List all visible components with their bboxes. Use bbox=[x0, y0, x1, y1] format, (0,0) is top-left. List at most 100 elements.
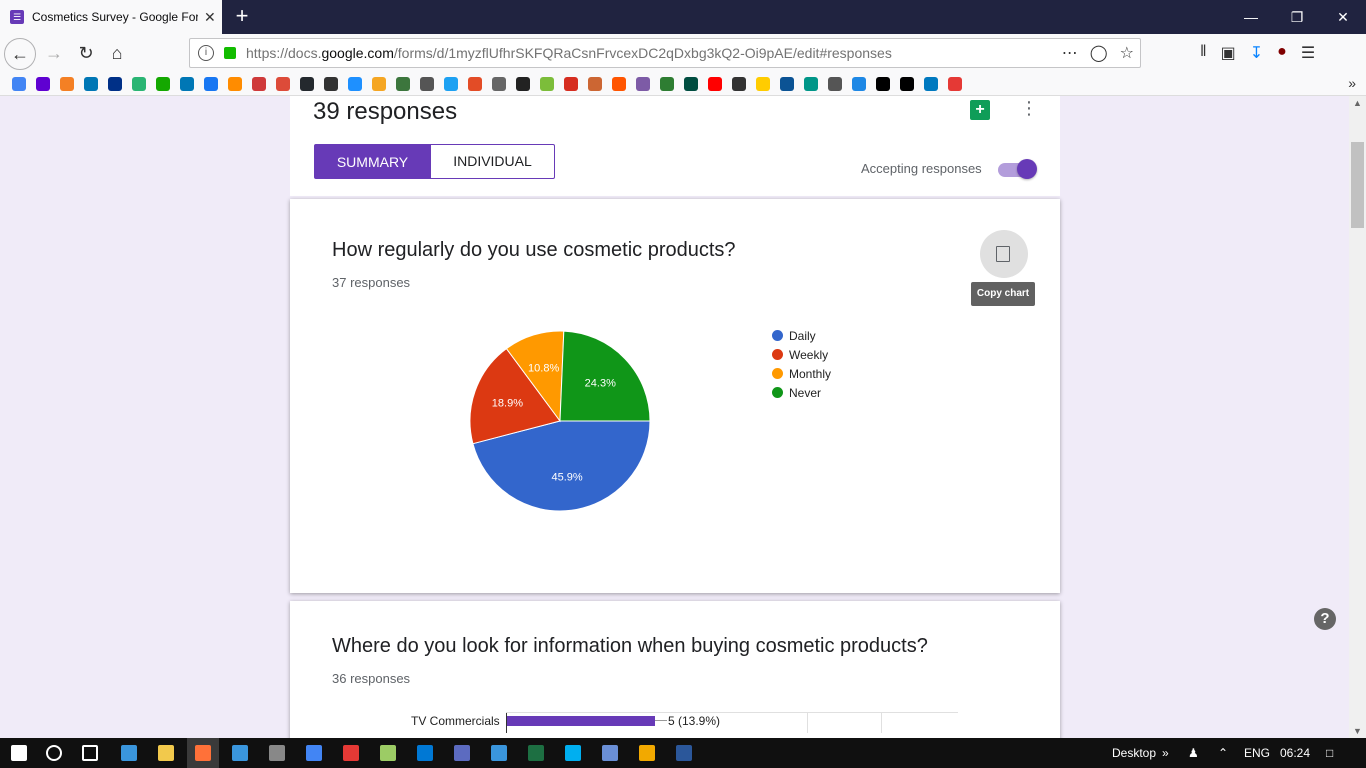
people-icon[interactable]: ♟ bbox=[1188, 746, 1199, 760]
library-icon[interactable]: ‖ bbox=[1200, 43, 1207, 63]
bookmark-icon[interactable] bbox=[780, 76, 794, 91]
accepting-toggle-thumb[interactable] bbox=[1017, 159, 1037, 179]
app-icon[interactable] bbox=[602, 745, 618, 761]
bookmark-icon[interactable] bbox=[732, 76, 746, 91]
browser-tab[interactable]: ☰ Cosmetics Survey - Google Forms ✕ bbox=[0, 0, 222, 34]
desktop-label[interactable]: Desktop bbox=[1112, 746, 1156, 760]
tool-icon[interactable] bbox=[639, 745, 655, 761]
bookmark-icon[interactable] bbox=[156, 76, 170, 91]
bookmark-icon[interactable] bbox=[228, 76, 242, 91]
menu-icon[interactable]: ☰ bbox=[1301, 43, 1315, 63]
bookmark-icon[interactable] bbox=[492, 76, 506, 91]
tab-close-icon[interactable]: ✕ bbox=[204, 9, 216, 26]
copy-icon[interactable] bbox=[996, 246, 1010, 262]
url-text[interactable]: https://docs.google.com/forms/d/1myzflUf… bbox=[246, 45, 892, 61]
sheets-icon[interactable]: + bbox=[970, 100, 990, 120]
bookmark-icon[interactable] bbox=[756, 76, 770, 91]
notepad-icon[interactable] bbox=[380, 745, 396, 761]
bookmark-icon[interactable] bbox=[516, 76, 530, 91]
more-options-icon[interactable]: ⋮ bbox=[1020, 98, 1038, 119]
bookmark-icon[interactable] bbox=[108, 76, 122, 91]
scrollbar[interactable]: ▲ ▼ bbox=[1349, 96, 1366, 738]
url-bar[interactable]: i https://docs.google.com/forms/d/1myzfl… bbox=[189, 38, 1141, 68]
bookmark-icon[interactable] bbox=[324, 76, 338, 91]
bookmark-icon[interactable] bbox=[948, 76, 962, 91]
bookmark-icon[interactable] bbox=[180, 76, 194, 91]
bookmark-icon[interactable] bbox=[300, 76, 314, 91]
minimize-button[interactable]: — bbox=[1228, 0, 1274, 34]
bookmark-icon[interactable] bbox=[396, 76, 410, 91]
shell-icon[interactable] bbox=[491, 745, 507, 761]
bookmark-icon[interactable] bbox=[468, 76, 482, 91]
bookmark-icon[interactable] bbox=[36, 76, 50, 91]
tab-summary[interactable]: SUMMARY bbox=[314, 144, 431, 179]
bookmark-icon[interactable] bbox=[660, 76, 674, 91]
ublock-icon[interactable]: ● bbox=[1277, 43, 1287, 63]
bookmark-icon[interactable] bbox=[852, 76, 866, 91]
bookmark-icon[interactable] bbox=[900, 76, 914, 91]
bookmark-icon[interactable] bbox=[804, 76, 818, 91]
clock[interactable]: 06:24 bbox=[1280, 746, 1310, 760]
pie-slice-never[interactable] bbox=[559, 330, 651, 422]
new-tab-button[interactable]: + bbox=[231, 3, 253, 29]
bookmark-icon[interactable] bbox=[444, 76, 458, 91]
bookmark-icon[interactable] bbox=[84, 76, 98, 91]
bookmark-icon[interactable] bbox=[588, 76, 602, 91]
tab-individual[interactable]: INDIVIDUAL bbox=[430, 144, 555, 179]
back-button[interactable]: ← bbox=[4, 38, 36, 70]
database-icon[interactable] bbox=[454, 745, 470, 761]
scroll-up-icon[interactable]: ▲ bbox=[1353, 98, 1362, 108]
bookmark-icon[interactable] bbox=[348, 76, 362, 91]
chrome-icon[interactable] bbox=[306, 745, 322, 761]
word-icon[interactable] bbox=[676, 745, 692, 761]
file-explorer-icon[interactable] bbox=[158, 745, 174, 761]
network-icon[interactable] bbox=[269, 745, 285, 761]
bookmark-icon[interactable] bbox=[276, 76, 290, 91]
start-windows-icon[interactable] bbox=[11, 745, 27, 761]
forward-button[interactable]: → bbox=[40, 39, 68, 67]
page-actions-icon[interactable]: ⋯ bbox=[1062, 43, 1078, 63]
pocket-icon[interactable]: ◯ bbox=[1090, 43, 1108, 63]
help-button[interactable]: ? bbox=[1314, 608, 1336, 630]
window-close-button[interactable]: ✕ bbox=[1320, 0, 1366, 34]
paint-icon[interactable] bbox=[343, 745, 359, 761]
control-panel-icon[interactable] bbox=[232, 745, 248, 761]
notification-icon[interactable]: □ bbox=[1326, 746, 1333, 760]
task-view-icon[interactable] bbox=[82, 745, 98, 761]
bookmark-icon[interactable] bbox=[540, 76, 554, 91]
bookmark-icon[interactable] bbox=[612, 76, 626, 91]
bookmark-icon[interactable] bbox=[684, 76, 698, 91]
vscode-icon[interactable] bbox=[417, 745, 433, 761]
bookmark-icon[interactable] bbox=[132, 76, 146, 91]
bookmark-star-icon[interactable]: ☆ bbox=[1120, 43, 1134, 63]
bookmark-icon[interactable] bbox=[60, 76, 74, 91]
bookmark-icon[interactable] bbox=[420, 76, 434, 91]
bookmark-icon[interactable] bbox=[708, 76, 722, 91]
excel-icon[interactable] bbox=[528, 745, 544, 761]
download-icon[interactable]: ↧ bbox=[1250, 43, 1263, 63]
bookmark-icon[interactable] bbox=[564, 76, 578, 91]
firefox-icon[interactable] bbox=[195, 745, 211, 761]
skype-icon[interactable] bbox=[565, 745, 581, 761]
bookmark-icon[interactable] bbox=[204, 76, 218, 91]
scroll-thumb[interactable] bbox=[1351, 142, 1364, 228]
bookmark-icon[interactable] bbox=[636, 76, 650, 91]
desktop-icon[interactable] bbox=[121, 745, 137, 761]
chevron-icon[interactable]: » bbox=[1162, 746, 1169, 760]
home-button[interactable]: ⌂ bbox=[103, 39, 131, 67]
sidebar-icon[interactable]: ▣ bbox=[1221, 43, 1236, 63]
language-indicator[interactable]: ENG bbox=[1244, 746, 1270, 760]
more-bookmarks-icon[interactable]: » bbox=[1348, 75, 1356, 91]
bookmark-icon[interactable] bbox=[252, 76, 266, 91]
info-icon[interactable]: i bbox=[198, 45, 214, 61]
bookmark-icon[interactable] bbox=[828, 76, 842, 91]
reload-button[interactable]: ↻ bbox=[72, 39, 100, 67]
tray-up-icon[interactable]: ⌃ bbox=[1218, 746, 1228, 760]
search-icon[interactable] bbox=[46, 745, 62, 761]
bookmark-icon[interactable] bbox=[372, 76, 386, 91]
restore-button[interactable]: ❐ bbox=[1274, 0, 1320, 34]
bookmark-icon[interactable] bbox=[876, 76, 890, 91]
bookmark-icon[interactable] bbox=[924, 76, 938, 91]
scroll-down-icon[interactable]: ▼ bbox=[1353, 726, 1362, 736]
bookmark-icon[interactable] bbox=[12, 76, 26, 91]
